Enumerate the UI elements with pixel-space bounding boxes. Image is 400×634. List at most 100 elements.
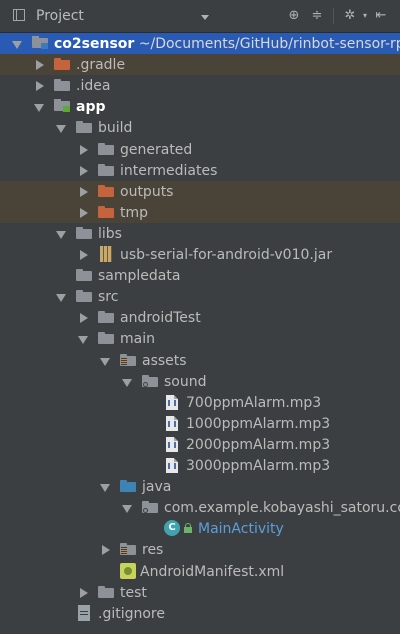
tree-row-build[interactable]: build — [0, 117, 400, 138]
tree-row-root[interactable]: co2sensor ~/Documents/GitHub/rinbot-sens… — [0, 33, 400, 54]
chevron-down-icon[interactable] — [12, 41, 22, 49]
chevron-right-icon[interactable] — [80, 144, 88, 155]
tree-row-generated[interactable]: generated — [0, 139, 400, 160]
chevron-down-icon[interactable] — [122, 505, 132, 514]
tree-row-app[interactable]: app — [0, 96, 400, 117]
chevron-right-icon[interactable] — [80, 313, 88, 324]
folder-icon — [54, 79, 70, 92]
tree-row-mp3-1000[interactable]: 1000ppmAlarm.mp3 — [0, 413, 400, 434]
tree-row-outputs[interactable]: outputs — [0, 180, 400, 202]
audio-file-icon — [166, 415, 178, 431]
tree-row-manifest[interactable]: AndroidManifest.xml — [0, 561, 400, 582]
locate-icon[interactable]: ⊕ — [286, 8, 302, 24]
folder-icon — [76, 121, 92, 134]
chevron-down-icon[interactable] — [100, 484, 110, 493]
folder-icon — [98, 585, 114, 598]
project-path: ~/Documents/GitHub/rinbot-sensor-rp — [134, 36, 400, 52]
folder-icon — [76, 290, 92, 303]
chevron-down-icon[interactable] — [34, 104, 44, 113]
tree-row-gradle[interactable]: .gradle — [0, 54, 400, 76]
audio-file-icon — [166, 394, 178, 410]
tree-row-idea[interactable]: .idea — [0, 75, 400, 96]
tree-row-main[interactable]: main — [0, 328, 400, 349]
chevron-down-icon[interactable] — [122, 378, 132, 387]
toolbar-divider — [333, 8, 334, 24]
tree-row-intermediates[interactable]: intermediates — [0, 160, 400, 181]
chevron-right-icon[interactable] — [102, 545, 110, 556]
package-folder-icon — [142, 374, 158, 387]
tree-row-jar[interactable]: usb-serial-for-android-v010.jar — [0, 244, 400, 265]
tree-row-libs[interactable]: libs — [0, 223, 400, 244]
tree-item-label: build — [98, 120, 133, 137]
tree-item-label: usb-serial-for-android-v010.jar — [120, 247, 333, 263]
tree-item-label: generated — [120, 141, 193, 158]
tree-row-mp3-2000[interactable]: 2000ppmAlarm.mp3 — [0, 434, 400, 455]
tree-row-mp3-700[interactable]: 700ppmAlarm.mp3 — [0, 392, 400, 413]
chevron-right-icon[interactable] — [36, 60, 44, 71]
hide-icon[interactable]: ⇤ — [373, 8, 389, 24]
tree-item-label: .gradle — [76, 57, 126, 74]
audio-file-icon — [166, 436, 178, 452]
chevron-down-icon[interactable] — [56, 125, 66, 134]
chevron-right-icon[interactable] — [80, 186, 88, 197]
excluded-folder-icon — [54, 58, 70, 71]
chevron-right-icon[interactable] — [80, 165, 88, 176]
class-icon: C — [164, 520, 180, 537]
collapse-all-icon[interactable]: ≑ — [309, 8, 325, 24]
tree-item-label: 1000ppmAlarm.mp3 — [186, 415, 331, 432]
tree-row-java[interactable]: java — [0, 476, 400, 497]
source-folder-icon — [120, 480, 136, 493]
chevron-right-icon[interactable] — [80, 587, 88, 598]
module-icon — [54, 99, 72, 113]
gear-dropdown-icon[interactable]: ▾ — [357, 8, 373, 24]
chevron-down-icon[interactable] — [100, 357, 110, 366]
text-file-icon — [78, 604, 90, 621]
audio-file-icon — [166, 458, 178, 473]
tree-item-label: intermediates — [120, 162, 218, 179]
tree-row-tmp[interactable]: tmp — [0, 201, 400, 223]
chevron-down-icon[interactable] — [201, 15, 209, 20]
chevron-right-icon[interactable] — [80, 250, 88, 260]
tree-item-label: main — [120, 331, 155, 348]
public-visibility-icon — [184, 523, 192, 534]
tree-row-mp3-3000[interactable]: 3000ppmAlarm.mp3 — [0, 455, 400, 476]
tree-item-label: libs — [98, 225, 122, 242]
manifest-icon — [120, 562, 136, 579]
tree-row-sampledata[interactable]: sampledata — [0, 265, 400, 286]
tree-item-label: co2sensor ~/Documents/GitHub/rinbot-sens… — [54, 34, 400, 54]
tree-row-src[interactable]: src — [0, 286, 400, 307]
project-view-icon — [13, 9, 25, 21]
tree-row-mainactivity[interactable]: C MainActivity — [0, 518, 400, 539]
tree-row-sound[interactable]: sound — [0, 371, 400, 392]
tree-item-label: 700ppmAlarm.mp3 — [186, 394, 322, 411]
assets-folder-icon — [120, 353, 136, 366]
folder-icon — [76, 269, 92, 282]
module-icon — [32, 36, 50, 50]
folder-icon — [98, 163, 114, 176]
package-folder-icon — [142, 501, 158, 514]
tree-row-test[interactable]: test — [0, 582, 400, 603]
tree-item-label: outputs — [120, 183, 174, 200]
chevron-right-icon[interactable] — [80, 207, 88, 218]
tree-item-label: app — [76, 99, 106, 116]
tree-item-label: tmp — [120, 204, 149, 221]
tree-row-androidTest[interactable]: androidTest — [0, 307, 400, 328]
tree-item-label: 3000ppmAlarm.mp3 — [186, 458, 331, 474]
chevron-down-icon[interactable] — [56, 294, 66, 303]
jar-icon — [100, 246, 112, 262]
excluded-folder-icon — [98, 205, 114, 218]
folder-icon — [98, 311, 114, 324]
tree-row-assets[interactable]: assets — [0, 350, 400, 371]
tree-item-label: assets — [142, 352, 187, 369]
chevron-down-icon[interactable] — [78, 336, 88, 345]
tree-item-label: sampledata — [98, 268, 181, 285]
chevron-down-icon[interactable] — [56, 230, 66, 239]
project-view-title[interactable]: Project — [36, 8, 84, 24]
tree-item-label: res — [142, 542, 164, 559]
tree-row-package[interactable]: com.example.kobayashi_satoru.co — [0, 497, 400, 518]
gear-icon[interactable]: ✲ — [342, 8, 358, 24]
chevron-right-icon[interactable] — [36, 81, 44, 92]
tree-row-res[interactable]: res — [0, 539, 400, 560]
folder-icon — [76, 226, 92, 239]
tree-row-gitignore[interactable]: .gitignore — [0, 603, 400, 624]
